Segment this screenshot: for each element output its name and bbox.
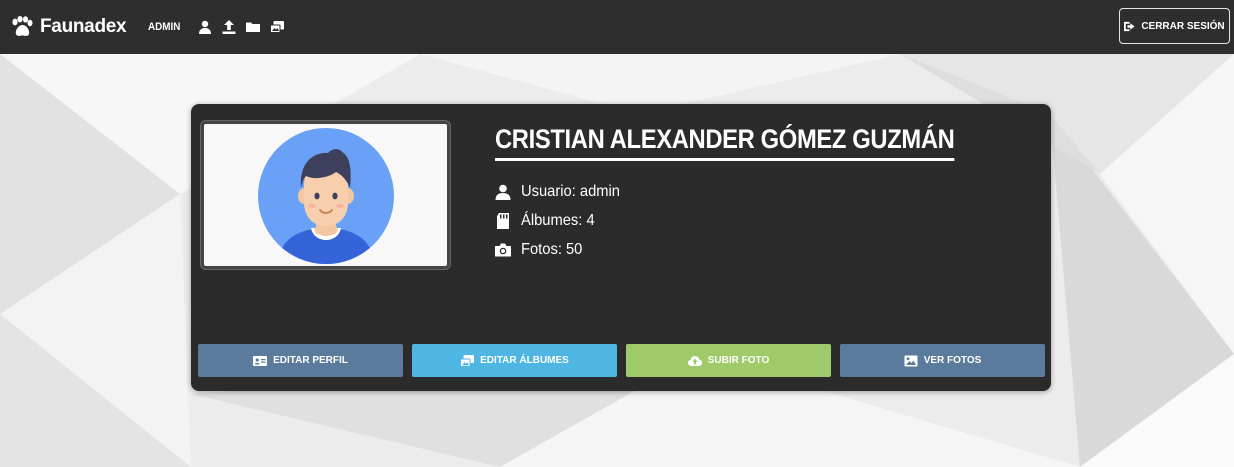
- photos-row: Fotos: 50: [495, 235, 629, 264]
- edit-albums-label: EDITAR ÁLBUMES: [480, 355, 569, 366]
- folder-icon[interactable]: [246, 20, 261, 34]
- albums-icon: [460, 354, 475, 367]
- logout-label: CERRAR SESIÓN: [1141, 20, 1225, 32]
- camera-icon: [495, 243, 511, 256]
- edit-albums-button[interactable]: EDITAR ÁLBUMES: [412, 344, 617, 377]
- albums-icon[interactable]: [270, 20, 285, 34]
- image-icon: [904, 355, 918, 366]
- sign-out-icon: [1124, 21, 1135, 31]
- action-buttons: EDITAR PERFIL EDITAR ÁLBUMES SUBIR FOTO …: [198, 344, 1045, 377]
- paw-icon: [12, 16, 33, 36]
- albums-row: Álbumes: 4: [495, 206, 629, 235]
- cloud-upload-icon: [687, 355, 702, 366]
- nav-admin-link[interactable]: ADMIN: [148, 21, 180, 33]
- view-photos-label: VER FOTOS: [923, 355, 982, 366]
- top-navbar: Faunadex ADMIN CERRAR SESIÓN: [0, 0, 1234, 54]
- view-photos-button[interactable]: VER FOTOS: [840, 344, 1045, 377]
- profile-card: CRISTIAN ALEXANDER GÓMEZ GUZMÁN Usuario:…: [191, 104, 1051, 391]
- id-card-icon: [253, 355, 268, 366]
- edit-profile-button[interactable]: EDITAR PERFIL: [198, 344, 403, 377]
- upload-photo-button[interactable]: SUBIR FOTO: [626, 344, 831, 377]
- user-icon: [495, 184, 511, 200]
- sd-card-icon: [497, 212, 509, 229]
- upload-photo-label: SUBIR FOTO: [707, 355, 770, 366]
- photos-count-text: Fotos: 50: [521, 240, 583, 258]
- user-icon[interactable]: [198, 20, 212, 34]
- avatar-frame: [201, 121, 450, 269]
- upload-icon[interactable]: [222, 20, 236, 34]
- username-row: Usuario: admin: [495, 177, 629, 206]
- profile-name: CRISTIAN ALEXANDER GÓMEZ GUZMÁN: [495, 124, 955, 161]
- brand-name: Faunadex: [40, 16, 127, 37]
- logout-button[interactable]: CERRAR SESIÓN: [1119, 8, 1230, 44]
- avatar: [258, 128, 394, 264]
- edit-profile-label: EDITAR PERFIL: [273, 355, 348, 366]
- username-text: Usuario: admin: [521, 182, 621, 200]
- albums-count-text: Álbumes: 4: [521, 211, 595, 229]
- brand-logo[interactable]: Faunadex: [10, 16, 127, 38]
- profile-info: Usuario: admin Álbumes: 4 Fotos: 50: [495, 177, 629, 264]
